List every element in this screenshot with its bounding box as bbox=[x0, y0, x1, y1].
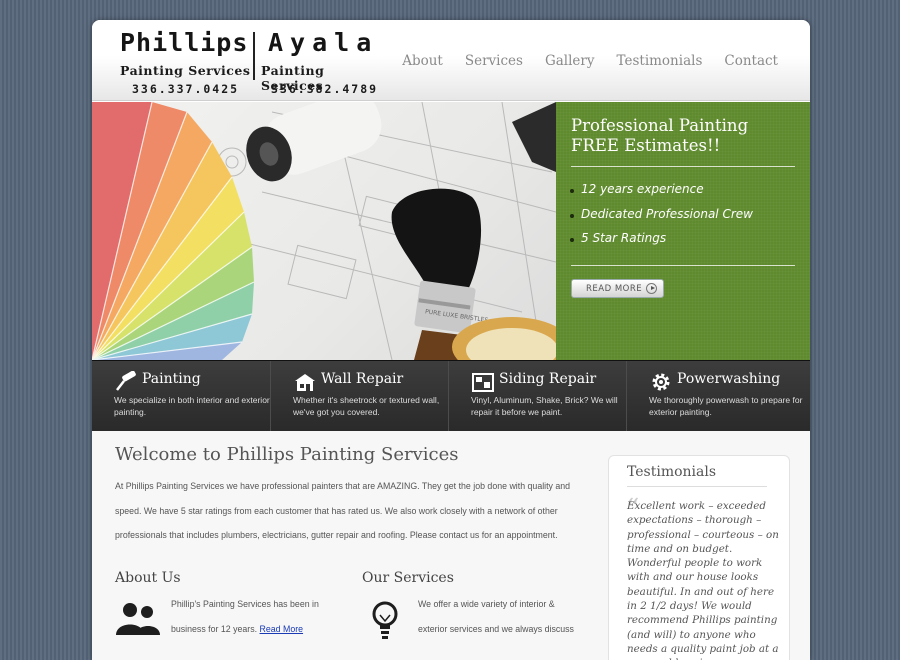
gear-icon bbox=[652, 373, 670, 391]
hero-image: PURE LUXE BRISTLES bbox=[92, 102, 556, 360]
service-title: Wall Repair bbox=[321, 371, 404, 387]
hero-rule-bottom bbox=[571, 265, 795, 266]
service-title: Siding Repair bbox=[499, 371, 597, 387]
about-title: About Us bbox=[115, 570, 181, 586]
testimonial-quote: Excellent work – exceeded expectations –… bbox=[627, 500, 779, 660]
service-desc: Vinyl, Aluminum, Shake, Brick? We will r… bbox=[471, 395, 618, 417]
service-title: Painting bbox=[142, 371, 201, 387]
logo-name-right: Ayala bbox=[268, 28, 379, 57]
service-desc: Whether it's sheetrock or textured wall,… bbox=[293, 395, 440, 417]
site-header: Phillips Ayala Painting Services Paintin… bbox=[92, 20, 810, 101]
people-icon bbox=[116, 603, 160, 635]
welcome-title: Welcome to Phillips Painting Services bbox=[115, 444, 459, 465]
hero-bullet: Dedicated Professional Crew bbox=[570, 207, 753, 232]
our-services-text: We offer a wide variety of interior & ex… bbox=[418, 599, 574, 634]
page-container: Phillips Ayala Painting Services Paintin… bbox=[92, 20, 810, 660]
our-services-title: Our Services bbox=[362, 570, 454, 586]
service-wall-repair[interactable]: Wall Repair Whether it's sheetrock or te… bbox=[270, 361, 448, 431]
service-desc: We specialize in both interior and exter… bbox=[114, 395, 270, 417]
service-desc: We thoroughly powerwash to prepare for e… bbox=[649, 395, 803, 417]
nav-gallery[interactable]: Gallery bbox=[545, 53, 595, 69]
testimonials-box: Testimonials “ Excellent work – exceeded… bbox=[608, 455, 790, 660]
hero-bullet: 12 years experience bbox=[570, 182, 753, 207]
read-more-button[interactable]: READ MORE bbox=[571, 279, 664, 298]
about-read-more-link[interactable]: Read More bbox=[260, 624, 304, 634]
nav-contact[interactable]: Contact bbox=[724, 53, 778, 69]
welcome-text: At Phillips Painting Services we have pr… bbox=[115, 481, 571, 540]
hero-title-line2: FREE Estimates!! bbox=[571, 136, 721, 155]
house-icon bbox=[295, 374, 315, 391]
hero-bullet: 5 Star Ratings bbox=[570, 231, 753, 256]
hero-panel: Professional Painting FREE Estimates!! 1… bbox=[556, 102, 810, 360]
hero-title-line1: Professional Painting bbox=[571, 116, 749, 135]
service-powerwashing[interactable]: Powerwashing We thoroughly powerwash to … bbox=[626, 361, 804, 431]
logo-sub-left: Painting Services bbox=[120, 63, 251, 78]
logo-phone-right: 336.382.4789 bbox=[271, 82, 379, 96]
services-strip: Painting We specialize in both interior … bbox=[92, 360, 810, 431]
testimonials-title: Testimonials bbox=[627, 464, 717, 480]
about-text: Phillip's Painting Services has been in … bbox=[171, 592, 331, 641]
hero-illustration: PURE LUXE BRISTLES bbox=[92, 102, 556, 360]
nav-services[interactable]: Services bbox=[465, 53, 523, 69]
site-logo[interactable]: Phillips Ayala Painting Services Paintin… bbox=[120, 28, 390, 98]
hero-title: Professional Painting FREE Estimates!! bbox=[571, 116, 801, 156]
nav-about[interactable]: About bbox=[402, 53, 443, 69]
service-title: Powerwashing bbox=[677, 371, 781, 387]
read-more-label: READ MORE bbox=[586, 283, 643, 294]
siding-icon bbox=[472, 373, 494, 392]
paint-roller-icon bbox=[116, 371, 136, 391]
arrow-right-icon bbox=[646, 283, 657, 294]
logo-name-left: Phillips bbox=[120, 28, 249, 57]
logo-phone-left: 336.337.0425 bbox=[132, 82, 240, 96]
lightbulb-icon bbox=[372, 601, 398, 639]
service-painting[interactable]: Painting We specialize in both interior … bbox=[92, 361, 270, 431]
hero-rule-top bbox=[571, 166, 795, 167]
hero-bullet-list: 12 years experience Dedicated Profession… bbox=[570, 182, 753, 256]
nav-testimonials[interactable]: Testimonials bbox=[617, 53, 703, 69]
main-content: Welcome to Phillips Painting Services At… bbox=[92, 431, 810, 660]
logo-divider bbox=[253, 32, 255, 80]
main-nav: About Services Gallery Testimonials Cont… bbox=[402, 53, 778, 69]
testimonials-rule bbox=[627, 486, 767, 487]
service-siding-repair[interactable]: Siding Repair Vinyl, Aluminum, Shake, Br… bbox=[448, 361, 626, 431]
